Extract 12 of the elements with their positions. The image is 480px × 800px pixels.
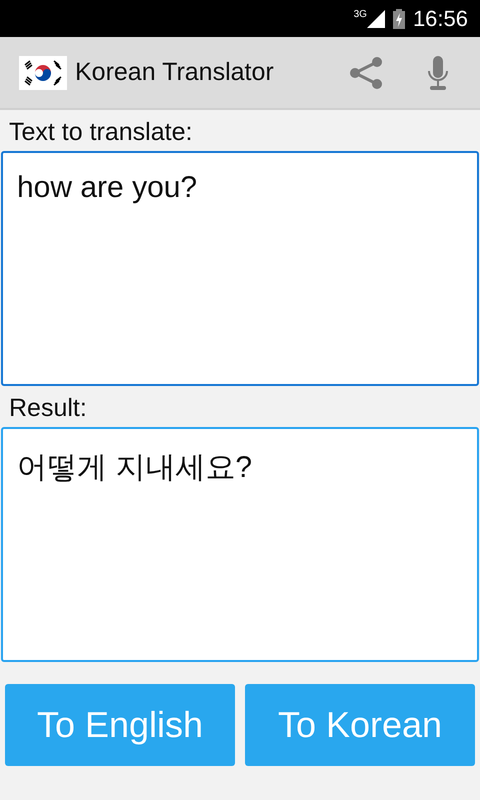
network-label: 3G	[354, 10, 367, 20]
share-icon	[349, 56, 383, 90]
result-label: Result:	[8, 393, 88, 424]
app-title: Korean Translator	[75, 58, 275, 87]
flag-icon	[19, 56, 67, 90]
input-label: Text to translate:	[8, 117, 194, 148]
result-field[interactable]: 어떻게 지내세요?	[1, 427, 479, 662]
signal-icon	[366, 10, 385, 28]
status-time: 16:56	[412, 6, 468, 32]
input-field[interactable]: how are you?	[1, 151, 479, 386]
battery-charging-icon	[392, 8, 405, 28]
microphone-icon	[427, 56, 449, 90]
